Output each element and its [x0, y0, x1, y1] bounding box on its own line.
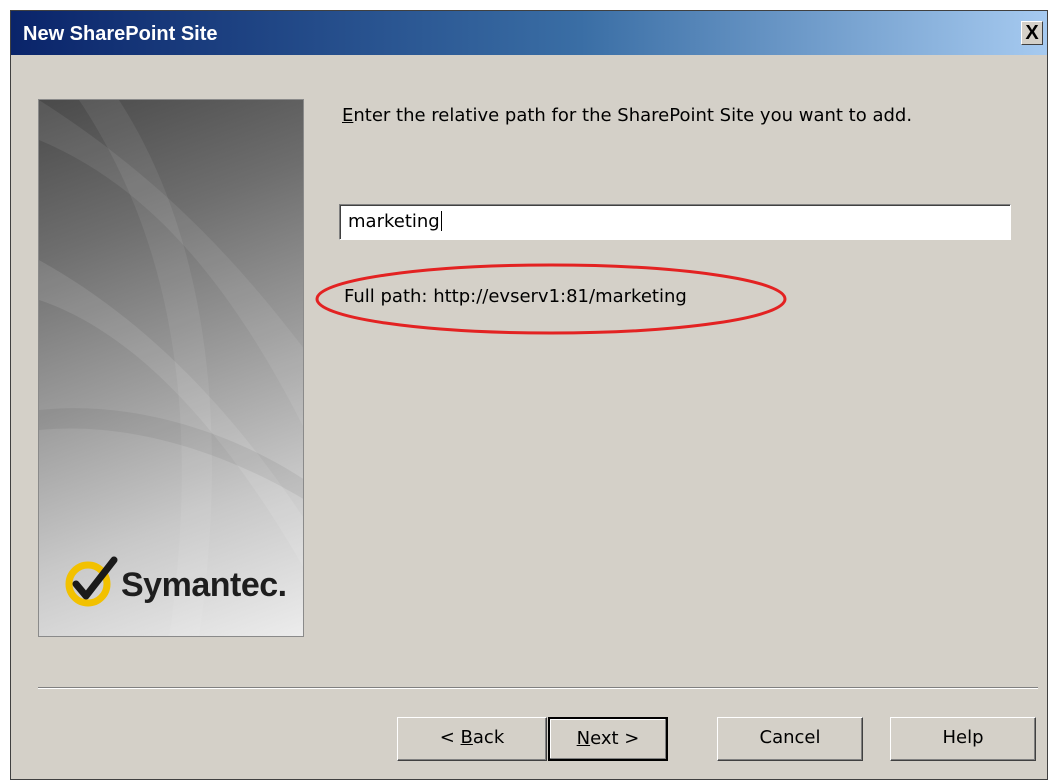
- cancel-button[interactable]: Cancel: [717, 717, 863, 761]
- text-caret: [440, 211, 442, 231]
- back-button-access-key: B: [460, 727, 473, 748]
- instruction-rest: nter the relative path for the SharePoin…: [353, 105, 913, 126]
- back-button-prefix: <: [439, 727, 461, 748]
- close-button[interactable]: X: [1021, 21, 1043, 45]
- back-button-label: ack: [472, 727, 505, 748]
- next-button-access-key: N: [576, 728, 591, 749]
- next-button-label: ext >: [590, 728, 640, 749]
- wizard-banner: Symantec.: [38, 99, 304, 637]
- close-icon: X: [1025, 22, 1039, 44]
- instruction-text: Enter the relative path for the SharePoi…: [342, 105, 912, 126]
- checkmark-logo-icon: [65, 556, 118, 607]
- relative-path-value: marketing: [348, 211, 440, 232]
- button-separator: [38, 687, 1038, 689]
- help-button-label: Help: [942, 727, 984, 748]
- instruction-access-key: E: [342, 105, 354, 126]
- new-sharepoint-site-dialog: New SharePoint Site X Symantec. Enter th…: [10, 10, 1048, 780]
- back-button[interactable]: < Back: [397, 717, 547, 761]
- relative-path-input[interactable]: marketing: [339, 204, 1011, 240]
- brand-name: Symantec.: [121, 566, 287, 604]
- full-path-label: Full path: http://evserv1:81/marketing: [344, 286, 687, 307]
- next-button[interactable]: Next >: [548, 717, 668, 761]
- symantec-logo: Symantec.: [64, 552, 294, 612]
- window-title: New SharePoint Site: [23, 23, 218, 45]
- title-bar[interactable]: New SharePoint Site X: [11, 11, 1047, 55]
- help-button[interactable]: Help: [890, 717, 1036, 761]
- cancel-button-label: Cancel: [759, 727, 821, 748]
